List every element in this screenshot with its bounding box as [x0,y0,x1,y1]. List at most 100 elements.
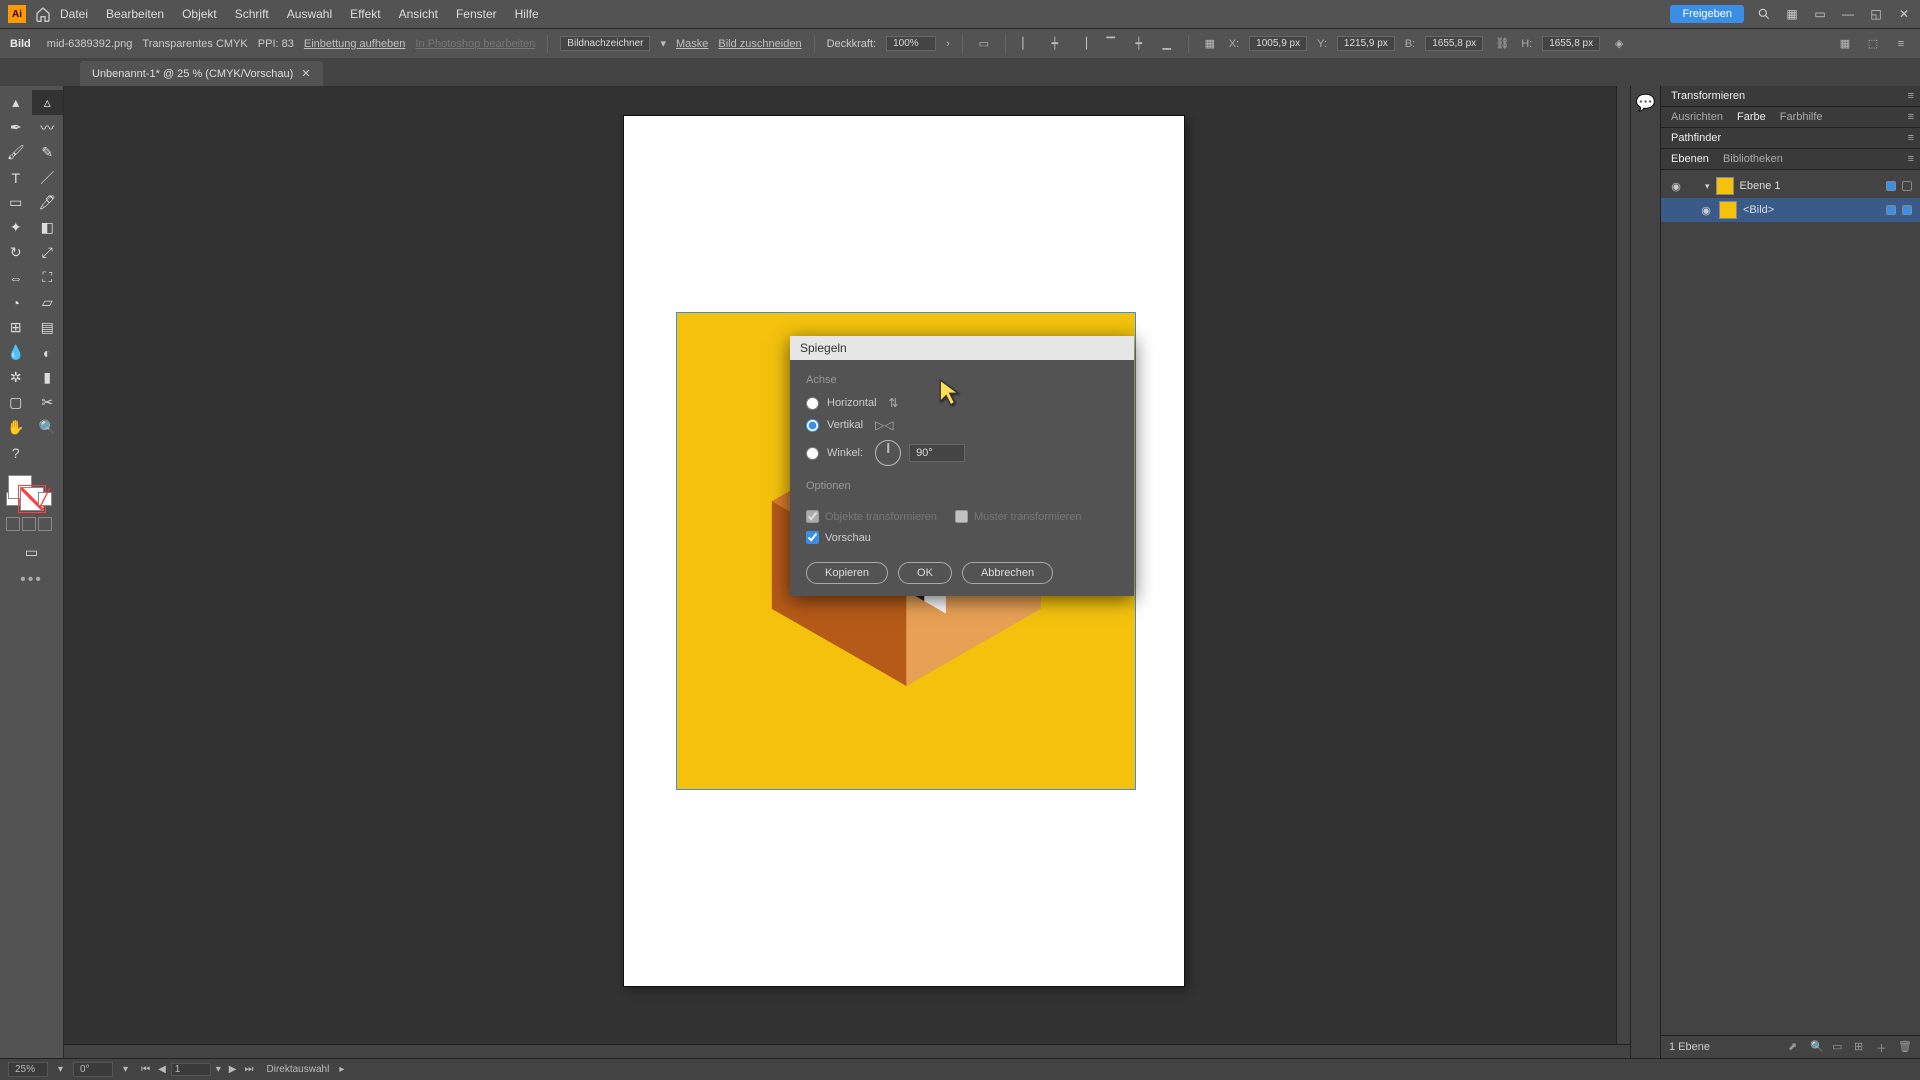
align-color-panel-header[interactable]: Ausrichten Farbe Farbhilfe ≡ [1661,107,1920,128]
menu-window[interactable]: Fenster [456,7,497,21]
layer-row[interactable]: ◉ ▾ Ebene 1 [1661,174,1920,198]
menu-select[interactable]: Auswahl [287,7,332,21]
share-button[interactable]: Freigeben [1670,5,1744,23]
new-sublayer-icon[interactable]: ⊞ [1854,1040,1868,1054]
make-clipping-icon[interactable]: ▭ [1832,1040,1846,1054]
gpu-preview-icon[interactable]: ▦ [1836,35,1854,53]
zoom-field[interactable]: 25% [8,1062,48,1077]
unembed-link[interactable]: Einbettung aufheben [304,38,406,50]
direct-selection-tool[interactable]: ▵ [32,90,64,115]
y-field[interactable]: 1215,9 px [1337,36,1395,51]
tab-close-icon[interactable]: ✕ [301,67,310,80]
expand-caret-icon[interactable]: ▾ [1705,181,1710,192]
home-icon[interactable] [34,5,52,23]
menu-view[interactable]: Ansicht [399,7,438,21]
layers-panel-header[interactable]: Ebenen Bibliotheken ≡ [1661,149,1920,170]
paintbrush-tool[interactable]: 🖊 [32,190,64,215]
panel-tab-libraries[interactable]: Bibliotheken [1723,153,1783,165]
toggle-fill-stroke-tool[interactable]: ? [0,440,32,465]
axis-angle-radio[interactable] [806,447,819,460]
horizontal-scrollbar[interactable] [64,1044,1630,1058]
screen-mode-tool[interactable]: ▭ [0,540,63,565]
perspective-tool[interactable]: ▱ [32,290,64,315]
gradient-tool[interactable]: ▤ [32,315,64,340]
copy-button[interactable]: Kopieren [806,562,888,584]
menu-effect[interactable]: Effekt [350,7,380,21]
shaper-tool[interactable]: ✦ [0,215,32,240]
window-restore-icon[interactable]: ◱ [1868,8,1884,20]
preview-check[interactable]: Vorschau [806,531,1118,544]
mesh-tool[interactable]: ⊞ [0,315,32,340]
rectangle-tool[interactable]: ▭ [0,190,32,215]
locate-layer-icon[interactable]: ⬈ [1788,1040,1802,1054]
align-right-icon[interactable]: ▕ [1074,35,1092,53]
panel-menu-icon[interactable]: ≡ [1892,35,1910,53]
layer-row[interactable]: ◉ <Bild> [1661,198,1920,222]
x-field[interactable]: 1005,9 px [1249,36,1307,51]
align-top-icon[interactable]: ▔ [1102,35,1120,53]
curvature-tool[interactable]: 〰 [32,115,64,140]
fill-stroke-tool[interactable] [32,440,64,465]
mask-button[interactable]: Maske [676,38,708,50]
search-icon[interactable] [1756,8,1772,20]
brush-tool[interactable]: 🖌 [0,140,32,165]
document-tab[interactable]: Unbenannt-1* @ 25 % (CMYK/Vorschau) ✕ [80,61,323,86]
symbol-sprayer-tool[interactable]: ✲ [0,365,32,390]
eyedropper-tool[interactable]: 💧 [0,340,32,365]
crop-image-button[interactable]: Bild zuschneiden [718,38,801,50]
align-left-icon[interactable]: ▏ [1018,35,1036,53]
isolate-icon[interactable]: ⬚ [1864,35,1882,53]
target-icon[interactable] [1886,181,1896,191]
vertical-scrollbar[interactable] [1616,86,1630,1044]
window-minimize-icon[interactable]: — [1840,8,1856,20]
w-field[interactable]: 1655,8 px [1425,36,1483,51]
visibility-toggle-icon[interactable]: ◉ [1669,180,1683,193]
arrange-icon[interactable]: ▭ [1812,8,1828,20]
select-indicator[interactable] [1902,181,1912,191]
axis-horizontal-radio[interactable] [806,397,819,410]
rotate-field[interactable]: 0° [73,1062,113,1077]
width-tool[interactable]: ⇔ [0,265,32,290]
comments-icon[interactable]: 💬 [1637,94,1655,112]
pen-tool[interactable]: ✒ [0,115,32,140]
panel-tab-transform[interactable]: Transformieren [1671,90,1745,102]
scale-tool[interactable]: ⤢ [32,240,64,265]
blend-tool[interactable]: ◐ [32,340,64,365]
new-layer-icon[interactable]: ＋ [1876,1040,1890,1054]
artboard-pager[interactable]: ⏮◀ 1 ▾▶⏭ [138,1063,256,1076]
panel-menu-icon[interactable]: ≡ [1908,90,1914,102]
cancel-button[interactable]: Abbrechen [962,562,1053,584]
graph-tool[interactable]: ▮ [32,365,64,390]
selection-tool[interactable]: ▴ [0,90,32,115]
menu-object[interactable]: Objekt [182,7,217,21]
delete-layer-icon[interactable]: 🗑 [1898,1040,1912,1054]
axis-vertical-radio[interactable] [806,419,819,432]
line-tool[interactable]: ／ [32,165,64,190]
artboard-number-field[interactable]: 1 [171,1063,211,1076]
hand-tool[interactable]: ✋ [0,415,32,440]
panel-menu-icon[interactable]: ≡ [1908,111,1914,123]
layer-name[interactable]: Ebene 1 [1740,180,1880,192]
transform-panel-header[interactable]: Transformieren ≡ [1661,86,1920,107]
panel-menu-icon[interactable]: ≡ [1908,132,1914,144]
eraser-tool[interactable]: ◧ [32,215,64,240]
layer-name[interactable]: <Bild> [1743,204,1880,216]
panel-tab-colorguide[interactable]: Farbhilfe [1780,111,1823,123]
zoom-tool[interactable]: 🔍 [32,415,64,440]
panel-tab-align[interactable]: Ausrichten [1671,111,1723,123]
slice-tool[interactable]: ✂ [32,390,64,415]
edit-toolbar-icon[interactable]: ••• [0,565,63,590]
doc-setup-icon[interactable]: ▭ [975,35,993,53]
shear-icon[interactable]: ◈ [1610,35,1628,53]
link-wh-icon[interactable]: ⛓ [1493,35,1511,53]
menu-type[interactable]: Schrift [235,7,269,21]
dialog-title[interactable]: Spiegeln [790,336,1134,360]
select-indicator[interactable] [1902,205,1912,215]
find-layer-icon[interactable]: 🔍 [1810,1040,1824,1054]
panel-tab-color[interactable]: Farbe [1737,111,1766,123]
image-trace-dropdown[interactable]: Bildnachzeichner [560,36,650,51]
artboard-tool[interactable]: ▢ [0,390,32,415]
workspace-icon[interactable]: ▦ [1784,8,1800,20]
menu-help[interactable]: Hilfe [515,7,539,21]
angle-dial[interactable] [875,440,901,466]
